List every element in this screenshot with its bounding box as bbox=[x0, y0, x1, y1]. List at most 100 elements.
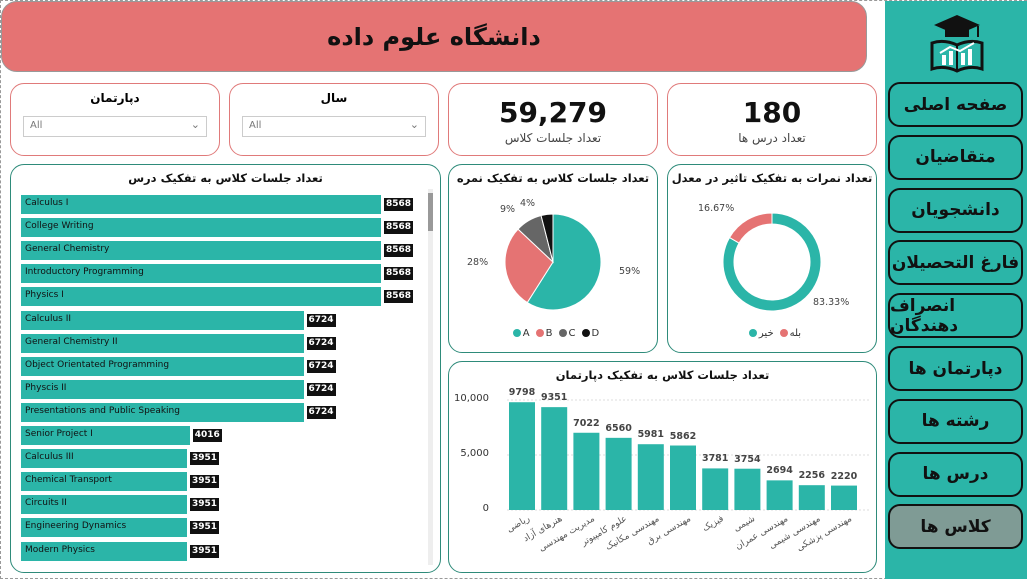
nav-dropouts-button[interactable]: انصراف دهندگان bbox=[888, 293, 1023, 339]
course-bar-value: 3951 bbox=[190, 544, 220, 558]
nav-classes-button[interactable]: کلاس ها bbox=[888, 504, 1023, 550]
year-dropdown[interactable]: All ⌄ bbox=[242, 116, 426, 137]
nav-majors-button[interactable]: رشته ها bbox=[888, 398, 1023, 444]
dept-column[interactable] bbox=[798, 485, 825, 510]
course-bar-label: Circuits II bbox=[25, 498, 67, 509]
course-bar-value: 3951 bbox=[190, 498, 220, 512]
legend-label: خیر bbox=[758, 328, 774, 339]
course-bar-label: Physics I bbox=[25, 290, 64, 301]
course-bar-label: College Writing bbox=[25, 221, 94, 232]
course-bar-label: Physcis II bbox=[25, 382, 67, 393]
course-bar-label: Modern Physics bbox=[25, 544, 95, 555]
course-bar-label: Calculus III bbox=[25, 452, 74, 463]
course-bar-value: 6724 bbox=[306, 359, 336, 373]
course-bar-value: 3951 bbox=[190, 475, 220, 489]
nav-home-button[interactable]: صفحه اصلی bbox=[888, 82, 1023, 127]
dept-column[interactable] bbox=[702, 468, 729, 510]
course-bar-value: 3951 bbox=[190, 452, 220, 466]
scrollbar-thumb[interactable] bbox=[428, 193, 433, 231]
donut-label-no: 16.67% bbox=[698, 203, 735, 214]
y-tick-label: 10,000 bbox=[454, 393, 489, 404]
course-bar-value: 8568 bbox=[384, 290, 414, 304]
course-bar bbox=[21, 287, 381, 307]
legend-dot bbox=[581, 329, 590, 337]
course-bar-label: General Chemistry bbox=[25, 244, 110, 255]
year-slicer: سال All ⌄ bbox=[229, 83, 439, 156]
dept-column[interactable] bbox=[734, 468, 761, 510]
legend-label: C bbox=[568, 328, 576, 339]
legend-label: B bbox=[545, 328, 553, 339]
legend-label: D bbox=[591, 328, 600, 339]
sessions-kpi-card: 59,279 تعداد جلسات کلاس bbox=[448, 83, 658, 156]
course-bar-label: General Chemistry II bbox=[25, 336, 118, 347]
page-header: دانشگاه علوم داده bbox=[1, 1, 1016, 72]
dept-column[interactable] bbox=[541, 407, 568, 510]
course-bar-value: 4016 bbox=[192, 429, 222, 442]
legend-label: A bbox=[522, 328, 530, 339]
chart-scrollbar[interactable] bbox=[428, 189, 433, 565]
year-slicer-label: سال bbox=[320, 91, 348, 105]
dept-column[interactable] bbox=[637, 444, 664, 510]
dept-column[interactable] bbox=[573, 432, 600, 510]
pie-label-a: 59% bbox=[619, 266, 641, 277]
department-slicer-label: دپارتمان bbox=[90, 91, 140, 105]
course-bar-value: 6724 bbox=[306, 382, 336, 396]
effect-donut-svg bbox=[722, 212, 822, 312]
pie-label-c: 9% bbox=[500, 204, 516, 215]
course-bar-value: 8568 bbox=[384, 267, 414, 281]
dept-column[interactable] bbox=[670, 445, 696, 510]
pie-label-b: 28% bbox=[467, 257, 489, 268]
course-bar-value: 8568 bbox=[384, 221, 414, 235]
course-chart-title: تعداد جلسات کلاس به تفکیک درس bbox=[128, 171, 323, 185]
nav-graduates-button[interactable]: فارغ التحصیلان bbox=[888, 240, 1023, 286]
course-bar-value: 8568 bbox=[384, 244, 414, 258]
sidebar: صفحه اصلی متقاضیان دانشجویان فارغ التحصیلان… bbox=[885, 1, 1027, 579]
dept-column-value: 5862 bbox=[669, 430, 697, 442]
dept-column[interactable] bbox=[509, 402, 535, 510]
legend-dot bbox=[558, 329, 567, 337]
courses-kpi-card: 180 تعداد درس ها bbox=[667, 83, 877, 156]
courses-kpi-label: تعداد درس ها bbox=[738, 131, 806, 145]
courses-kpi-value: 180 bbox=[742, 96, 802, 129]
nav-departments-button[interactable]: دپارتمان ها bbox=[888, 346, 1023, 391]
year-dropdown-value: All bbox=[249, 120, 262, 131]
course-bar-label: Engineering Dynamics bbox=[25, 521, 127, 532]
nav-students-button[interactable]: دانشجویان bbox=[888, 187, 1023, 233]
effect-slice[interactable] bbox=[728, 212, 773, 244]
legend-dot bbox=[748, 329, 757, 337]
course-bar-label: Presentations and Public Speaking bbox=[25, 405, 180, 416]
dept-column[interactable] bbox=[831, 485, 857, 510]
course-bar-label: Calculus I bbox=[25, 198, 69, 208]
y-tick-label: 5,000 bbox=[460, 448, 489, 459]
course-bar-label: Object Orientated Programming bbox=[25, 359, 170, 370]
legend-dot bbox=[512, 329, 521, 337]
grade-pie-chart: تعداد جلسات کلاس به تفکیک نمره 59% 28% 9… bbox=[448, 164, 658, 353]
department-dropdown[interactable]: All ⌄ bbox=[23, 116, 207, 137]
effect-legend: بله خیر bbox=[668, 328, 876, 339]
effect-donut-chart: تعداد نمرات به تفکیک تاثیر در معدل 83.33… bbox=[667, 164, 877, 353]
course-sessions-chart: تعداد جلسات کلاس به تفکیک درس Calculus I… bbox=[10, 164, 441, 573]
page-title: دانشگاه علوم داده bbox=[327, 22, 541, 51]
dept-column-value: 2220 bbox=[830, 470, 858, 482]
grade-legend: A B C D bbox=[449, 328, 657, 339]
course-bar-label: Calculus II bbox=[25, 313, 72, 324]
dept-column[interactable] bbox=[605, 437, 632, 510]
department-dropdown-value: All bbox=[30, 120, 43, 131]
legend-dot bbox=[535, 329, 544, 337]
department-sessions-chart: تعداد جلسات کلاس به تفکیک دپارتمان 0 5,00… bbox=[448, 361, 877, 573]
pie-label-d: 4% bbox=[520, 198, 536, 209]
nav-applicants-button[interactable]: متقاضیان bbox=[888, 134, 1023, 180]
course-bar-value: 6724 bbox=[306, 336, 336, 350]
nav-courses-button[interactable]: درس ها bbox=[888, 451, 1023, 497]
donut-label-yes: 83.33% bbox=[813, 297, 850, 308]
graduation-cap-logo-icon bbox=[930, 15, 984, 73]
course-bar-value: 8568 bbox=[384, 198, 414, 211]
sessions-kpi-value: 59,279 bbox=[498, 96, 608, 129]
course-bar-value: 6724 bbox=[306, 405, 336, 419]
dept-column-value: 3754 bbox=[734, 453, 761, 465]
sessions-kpi-label: تعداد جلسات کلاس bbox=[504, 131, 602, 145]
chevron-down-icon: ⌄ bbox=[190, 118, 200, 131]
dept-column[interactable] bbox=[766, 480, 793, 510]
legend-dot bbox=[779, 329, 788, 337]
course-bar-value: 6724 bbox=[306, 313, 336, 327]
